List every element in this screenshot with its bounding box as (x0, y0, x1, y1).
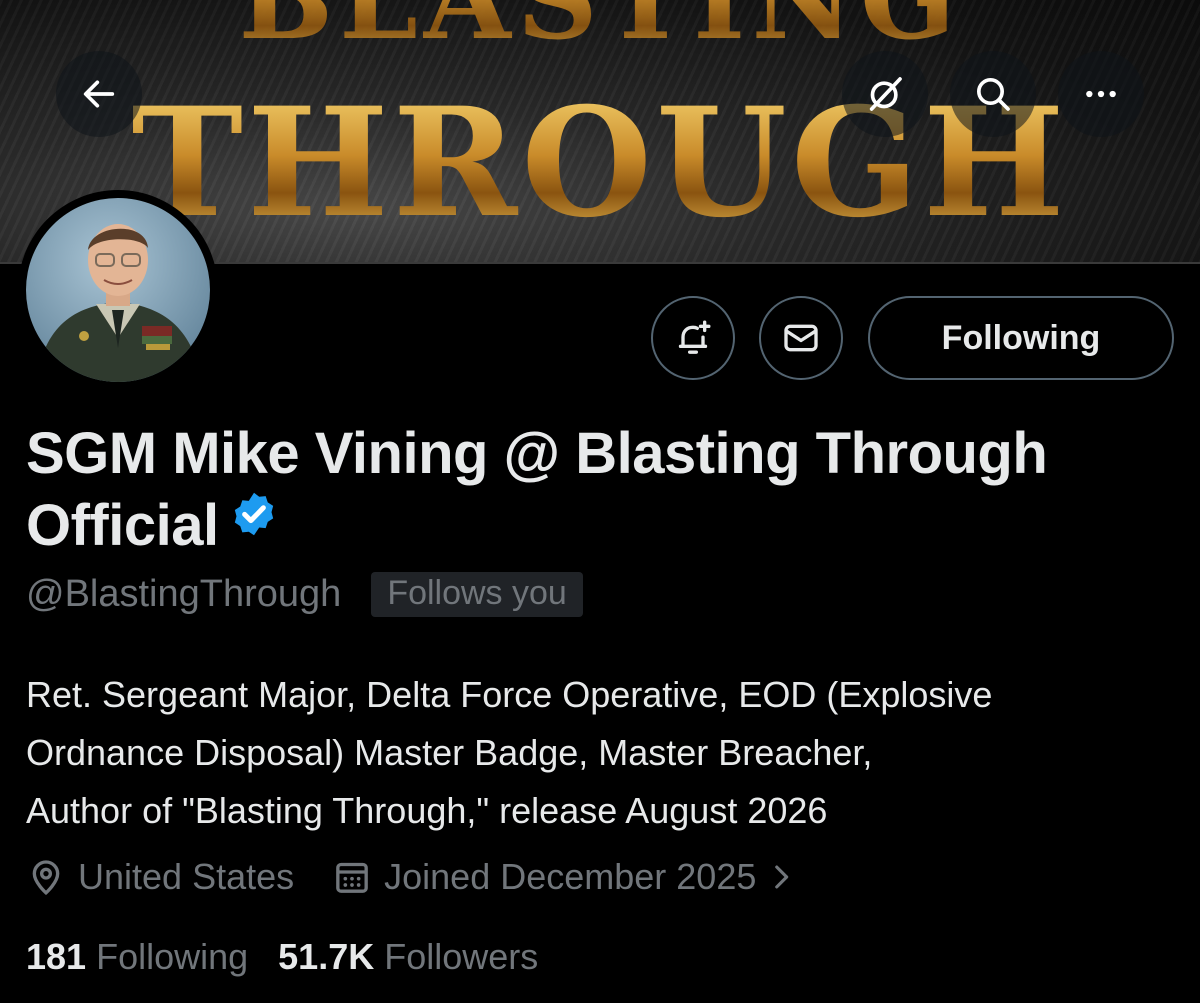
profile-avatar[interactable] (18, 190, 218, 390)
followers-label: Followers (384, 936, 539, 977)
search-button[interactable] (950, 51, 1036, 137)
user-handle: @BlastingThrough (26, 573, 342, 615)
following-count: 181 (26, 936, 87, 977)
location-item: United States (26, 856, 294, 898)
followers-count: 51.7K (278, 936, 375, 977)
bio-line: Ordnance Disposal) Master Badge, Master … (26, 732, 873, 773)
notify-button[interactable] (651, 296, 735, 380)
grok-icon (869, 77, 902, 111)
banner-text-top: BLASTING (0, 0, 1200, 65)
arrow-left-icon (83, 80, 115, 108)
location-text: United States (78, 856, 295, 897)
display-name-line1: SGM Mike Vining @ Blasting Through (26, 421, 1048, 486)
bio-line: Author of "Blasting Through," release Au… (26, 790, 828, 831)
more-horizontal-icon (1086, 90, 1116, 98)
following-button[interactable]: Following (868, 296, 1174, 380)
display-name-line2: Official (26, 493, 219, 558)
followers-stat-link[interactable]: 51.7K Followers (278, 936, 538, 978)
verified-badge-icon[interactable] (229, 484, 279, 556)
location-pin-icon (32, 860, 60, 896)
handle-row: @BlastingThrough Follows you (26, 572, 583, 617)
chevron-right-icon (775, 865, 789, 889)
following-stat-link[interactable]: 181 Following (26, 936, 248, 978)
back-button[interactable] (56, 51, 142, 137)
bell-plus-icon (678, 320, 711, 354)
calendar-icon (336, 862, 368, 893)
display-name: SGM Mike Vining @ Blasting Through Offic… (26, 418, 1166, 562)
profile-bio: Ret. Sergeant Major, Delta Force Operati… (26, 666, 1186, 840)
grok-button[interactable] (842, 51, 928, 137)
follows-you-badge: Follows you (371, 572, 583, 617)
avatar-photo (26, 198, 210, 382)
profile-stats: 181 Following 51.7K Followers (26, 936, 538, 978)
envelope-icon (784, 324, 818, 352)
search-icon (977, 78, 1010, 111)
joined-item[interactable]: Joined December 2025 (332, 856, 810, 898)
following-label: Following (96, 936, 249, 977)
more-button[interactable] (1058, 51, 1144, 137)
joined-text: Joined December 2025 (384, 856, 757, 897)
profile-meta: United States Joined December 2025 (26, 856, 810, 898)
bio-line: Ret. Sergeant Major, Delta Force Operati… (26, 674, 993, 715)
message-button[interactable] (759, 296, 843, 380)
